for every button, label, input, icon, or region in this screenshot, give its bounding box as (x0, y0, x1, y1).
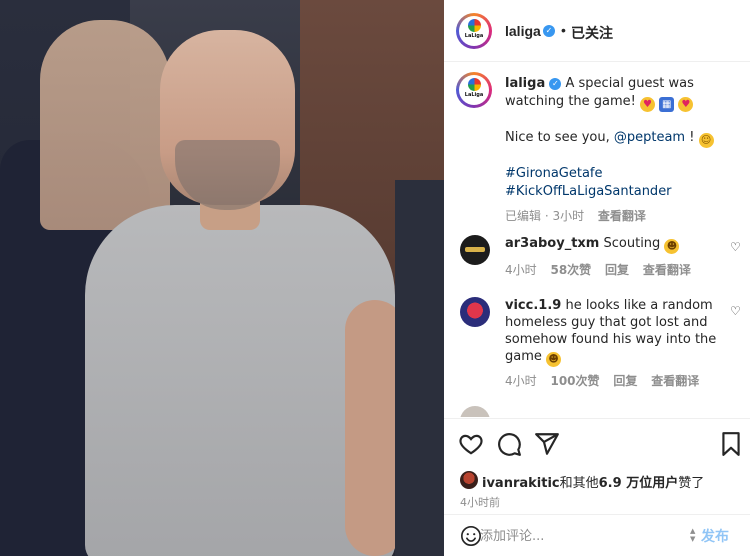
translate-button[interactable]: 查看翻译 (643, 263, 691, 277)
verified-badge-icon: ✓ (549, 77, 562, 90)
laliga-avatar[interactable]: LaLiga (456, 13, 492, 49)
post-username[interactable]: laliga (505, 23, 541, 39)
likes-count[interactable]: 6.9 万位用户 (599, 476, 679, 491)
heart-icon[interactable] (458, 431, 484, 457)
comment-like-heart-icon[interactable]: ♡ (730, 241, 742, 253)
bookmark-icon[interactable] (718, 431, 744, 457)
post-comment-button[interactable]: 发布 (701, 526, 729, 546)
comment-like-count[interactable]: 100次赞 (550, 374, 599, 388)
comment-time: 4小时 (505, 374, 537, 388)
comment-meta: 4小时 100次赞 回复 查看翻译 (505, 372, 699, 389)
laughing-emoji-icon: ☻ (664, 239, 680, 254)
post-timestamp: 4小时前 (460, 496, 500, 509)
following-button[interactable]: 已关注 (571, 23, 613, 43)
scroll-arrows-icon[interactable]: ▲ ▼ (690, 527, 698, 543)
caption-line-1: laliga ✓ A special guest was watching th… (505, 75, 745, 112)
translate-button[interactable]: 查看翻译 (651, 374, 699, 388)
comment-composer: ▲▼ 发布 (444, 514, 750, 556)
comment-like-count[interactable]: 58次赞 (550, 263, 591, 277)
photo-background-person-face (40, 20, 170, 230)
comment-icon[interactable] (496, 431, 522, 457)
commenter-avatar[interactable] (460, 235, 490, 265)
caption-username[interactable]: laliga (505, 76, 545, 91)
comment-text-block: ar3aboy_txm Scouting ☻ (505, 235, 720, 254)
logo-text: LaLiga (464, 33, 484, 39)
heart-eyes-emoji-icon: ♥ (640, 97, 656, 112)
comment-meta: 4小时 58次赞 回复 查看翻译 (505, 261, 691, 278)
photo-background-person-right (395, 180, 444, 556)
post-photo[interactable] (0, 0, 444, 556)
laliga-logo-icon (467, 78, 481, 91)
caption-line-2: Nice to see you, @pepteam ! ☺ (505, 129, 745, 148)
liker-username[interactable]: ivanrakitic (482, 476, 560, 491)
logo-text: LaLiga (464, 92, 484, 98)
caption-edited-time: 已编辑 · 3小时 (505, 209, 585, 223)
hashtag-link[interactable]: #GironaGetafe (505, 165, 745, 183)
laliga-logo-icon (467, 19, 481, 32)
post-header: LaLiga laliga ✓ • 已关注 (444, 0, 750, 62)
comment-input[interactable] (480, 523, 680, 549)
comment-username[interactable]: ar3aboy_txm (505, 236, 599, 251)
reply-button[interactable]: 回复 (605, 263, 629, 277)
commenter-avatar[interactable] (460, 406, 490, 417)
emoji-icon[interactable] (460, 525, 482, 547)
post-action-bar (444, 418, 750, 466)
heart-eyes-emoji-icon: ♥ (678, 97, 694, 112)
caption-text-2: Nice to see you, (505, 130, 610, 145)
likes-text: ivanrakitic和其他6.9 万位用户赞了 (482, 472, 704, 491)
laughing-emoji-icon: ☻ (546, 352, 562, 367)
gift-emoji-icon: ▦ (659, 97, 675, 112)
comment-time: 4小时 (505, 263, 537, 277)
caption-meta: 已编辑 · 3小时 查看翻译 (505, 207, 745, 225)
likes-and-others: 和其他 (559, 476, 599, 491)
likes-summary[interactable]: ivanrakitic和其他6.9 万位用户赞了 (460, 469, 750, 491)
translate-button[interactable]: 查看翻译 (598, 209, 646, 223)
commenter-avatar[interactable] (460, 297, 490, 327)
smile-emoji-icon: ☺ (698, 133, 714, 148)
liker-avatar[interactable] (460, 471, 478, 489)
mention-link[interactable]: @pepteam (614, 130, 685, 145)
comments-scroll-area[interactable]: LaLiga laliga ✓ A special guest was watc… (444, 62, 750, 417)
caption-text-2-suffix: ! (689, 130, 695, 145)
post-detail-panel: LaLiga laliga ✓ • 已关注 LaLiga laliga ✓ A … (444, 0, 750, 556)
comment-username[interactable]: vicc.1.9 (505, 298, 561, 313)
comment-text-block: vicc.1.9 he looks like a random homeless… (505, 297, 720, 367)
post-caption: laliga ✓ A special guest was watching th… (505, 75, 745, 225)
separator-dot: • (561, 22, 566, 38)
comment-text: Scouting (603, 236, 661, 251)
verified-badge-icon: ✓ (543, 25, 555, 37)
share-icon[interactable] (534, 431, 560, 457)
reply-button[interactable]: 回复 (613, 374, 637, 388)
likes-tail: 赞了 (678, 476, 705, 491)
caption-avatar[interactable]: LaLiga (456, 72, 492, 108)
hashtag-link[interactable]: #KickOffLaLigaSantander (505, 183, 745, 201)
comment-like-heart-icon[interactable]: ♡ (730, 305, 742, 317)
